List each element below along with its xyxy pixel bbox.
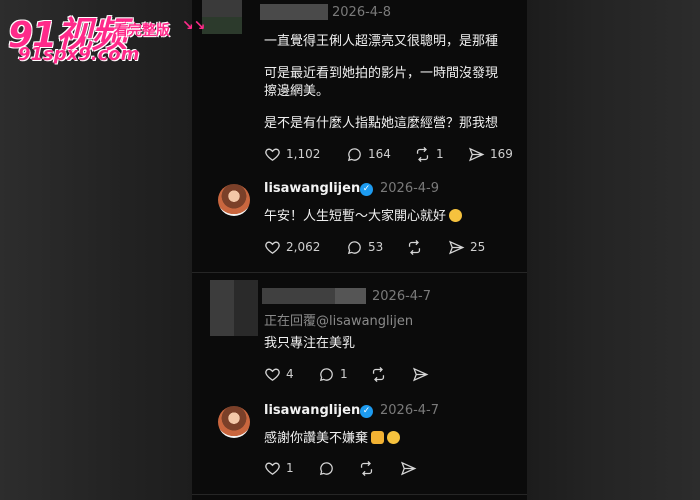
pixelated-avatar (202, 0, 242, 34)
comment-button[interactable]: 53 (346, 237, 383, 257)
watermark-logo: 91视频 看完整版 ↘↘ 91spx9.com (8, 6, 205, 65)
like-button[interactable]: 1,102 (264, 144, 320, 164)
repost-icon (416, 146, 429, 162)
share-button[interactable]: 169 (468, 144, 513, 164)
comment-count: 53 (368, 240, 384, 254)
repost-count: 1 (436, 147, 444, 161)
background-right (527, 0, 700, 500)
grinning-face-icon (449, 209, 463, 222)
comment-count: 164 (368, 147, 391, 161)
comment-icon (319, 367, 333, 381)
divider (192, 272, 527, 273)
thread-panel: 2026-4-8 一直覺得王俐人超漂亮又很聰明，是那種 可是最近看到她拍的影片，… (192, 0, 527, 500)
like-button[interactable]: 2,062 (264, 237, 320, 257)
post-text-line: 一直覺得王俐人超漂亮又很聰明，是那種 (264, 34, 499, 49)
heart-icon (265, 462, 280, 475)
username[interactable]: lisawanglijen (264, 403, 360, 418)
like-count: 1,102 (286, 147, 321, 161)
avatar[interactable] (218, 406, 250, 438)
post-text-line: 擦邊網美。 (264, 84, 330, 99)
share-button[interactable] (412, 364, 429, 384)
heart-icon (265, 148, 280, 161)
share-button[interactable] (400, 458, 417, 478)
avatar[interactable] (218, 184, 250, 216)
reply-date: 2026-4-9 (380, 181, 440, 196)
repost-button[interactable]: 1 (414, 144, 444, 164)
comment-icon (347, 147, 361, 161)
watermark-tag: 看完整版 (114, 23, 170, 39)
comment-count: 1 (340, 367, 348, 381)
heart-icon (265, 241, 280, 254)
reply-text: 感謝你讚美不嫌棄 (264, 427, 401, 446)
post-text-line: 是不是有什麼人指點她這麼經營？那我想 (264, 116, 499, 131)
rolling-laughing-icon (387, 431, 401, 444)
watermark-arrows: ↘↘ (182, 18, 206, 34)
verified-badge-icon: ✓ (360, 183, 373, 196)
like-button[interactable]: 4 (264, 364, 294, 384)
comment-icon (347, 240, 361, 254)
like-count: 4 (286, 367, 294, 381)
reply-text-content: 感謝你讚美不嫌棄 (264, 431, 369, 446)
repost-icon (360, 460, 373, 476)
comment-button[interactable]: 1 (318, 364, 348, 384)
folded-hands-icon (371, 431, 385, 444)
send-icon (468, 147, 485, 161)
like-button[interactable]: 1 (264, 458, 294, 478)
repost-icon (372, 366, 385, 382)
send-icon (400, 461, 417, 475)
repost-button[interactable] (406, 237, 423, 257)
repost-icon (408, 239, 421, 255)
post-date: 2026-4-8 (332, 5, 392, 20)
send-icon (412, 367, 429, 381)
share-count: 169 (490, 147, 513, 161)
share-button[interactable]: 25 (448, 237, 485, 257)
repost-button[interactable] (370, 364, 387, 384)
share-count: 25 (470, 240, 486, 254)
pixelated-username (262, 288, 366, 304)
comment-button[interactable]: 164 (346, 144, 391, 164)
username[interactable]: lisawanglijen (264, 181, 360, 196)
like-count: 2,062 (286, 240, 321, 254)
post-text-line: 可是最近看到她拍的影片，一時間沒發現 (264, 66, 499, 81)
send-icon (448, 240, 465, 254)
watermark-url: 91spx9.com (18, 44, 140, 65)
background-left (0, 0, 192, 500)
pixelated-username (260, 4, 328, 20)
divider (192, 494, 527, 495)
heart-icon (265, 368, 280, 381)
pixelated-avatar (210, 280, 258, 336)
comment-button[interactable] (318, 458, 335, 478)
repost-button[interactable] (358, 458, 375, 478)
reply-date: 2026-4-7 (380, 403, 440, 418)
post-date: 2026-4-7 (372, 289, 432, 304)
reply-text-content: 午安！人生短暫～大家開心就好 (264, 209, 447, 224)
verified-badge-icon: ✓ (360, 405, 373, 418)
replying-to[interactable]: 正在回覆@lisawanglijen (264, 310, 413, 329)
like-count: 1 (286, 461, 294, 475)
post-text: 我只專注在美乳 (264, 336, 356, 351)
comment-icon (319, 461, 333, 475)
reply-text: 午安！人生短暫～大家開心就好 (264, 205, 463, 224)
